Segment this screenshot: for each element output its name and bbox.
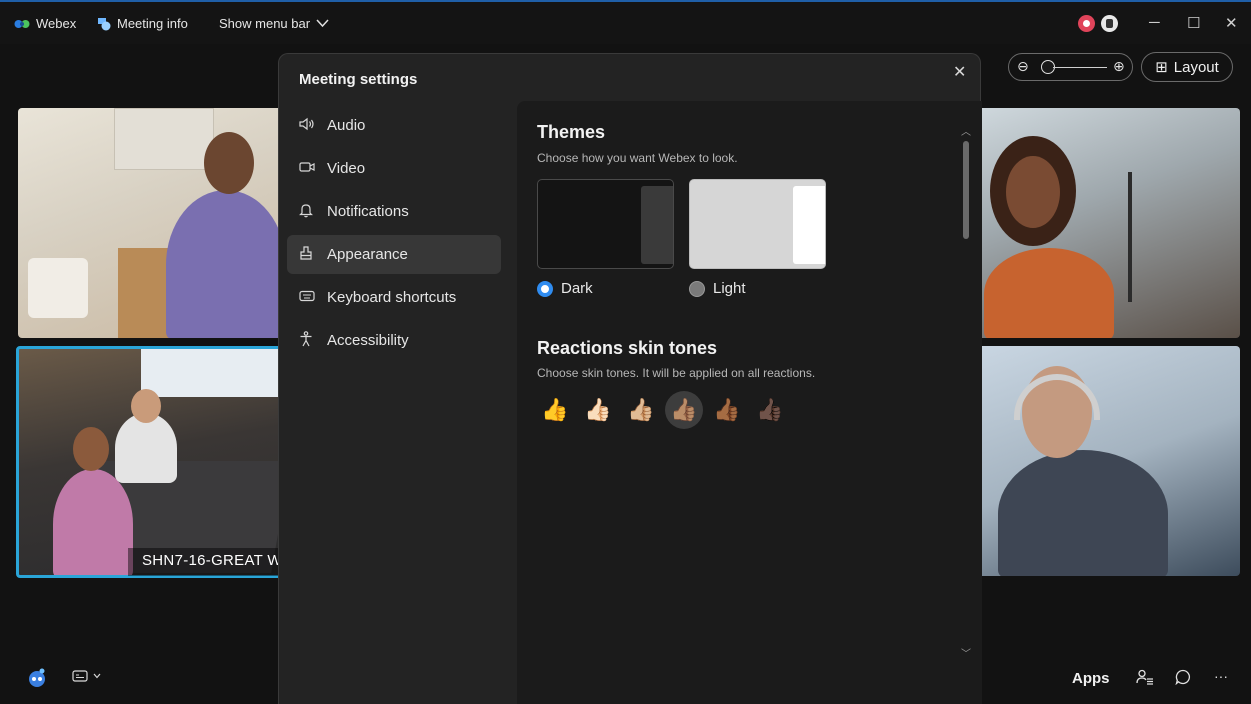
skin-tone-option[interactable]: 👍🏼	[622, 391, 660, 429]
participant-video-room[interactable]	[16, 346, 296, 578]
participant-head-2	[73, 427, 109, 471]
layout-grid-icon: ⊞	[1155, 59, 1168, 76]
nav-label-notifications: Notifications	[327, 203, 409, 220]
nav-item-appearance[interactable]: Appearance	[287, 235, 501, 274]
title-bar: Webex Meeting info Show menu bar ─ ☐ ✕	[0, 0, 1251, 44]
camera-icon	[287, 161, 315, 176]
theme-radio-light[interactable]: Light	[689, 280, 746, 297]
settings-scrollbar[interactable]: ︿ ﹀	[960, 123, 974, 660]
room-screen-image	[141, 349, 281, 397]
scrollbar-thumb[interactable]	[963, 141, 969, 239]
nav-item-accessibility[interactable]: Accessibility	[287, 321, 501, 360]
chat-icon[interactable]	[1175, 669, 1191, 690]
participant-person-5	[998, 450, 1168, 576]
webex-menu[interactable]: Webex	[14, 16, 76, 31]
nav-label-video: Video	[327, 160, 366, 177]
zoom-in-icon[interactable]: ⊕	[1113, 58, 1125, 75]
nav-item-keyboard-shortcuts[interactable]: Keyboard shortcuts	[287, 278, 501, 317]
skin-tones-title: Reactions skin tones	[537, 338, 718, 358]
apps-button[interactable]: Apps	[1072, 670, 1110, 687]
skin-tone-option[interactable]: 👍🏾	[708, 391, 746, 429]
lamp-image	[1128, 172, 1132, 302]
close-icon[interactable]: ✕	[953, 62, 966, 82]
accessibility-icon	[287, 331, 315, 350]
nav-label-keyboard-shortcuts: Keyboard shortcuts	[327, 289, 457, 306]
nav-item-audio[interactable]: Audio	[287, 106, 501, 145]
nav-label-appearance: Appearance	[327, 246, 408, 263]
participant-video-1[interactable]	[18, 108, 298, 338]
room-name-label: SHN7-16-GREAT WA	[142, 552, 292, 569]
skin-tones-subtitle: Choose skin tones. It will be applied on…	[537, 366, 816, 380]
theme-label-dark: Dark	[561, 280, 593, 297]
bell-icon	[287, 203, 315, 221]
skin-tone-option-selected[interactable]: 👍🏽	[665, 391, 703, 429]
layout-label: Layout	[1173, 58, 1219, 76]
skin-tone-option[interactable]: 👍🏿	[751, 391, 789, 429]
radio-selected-icon	[537, 280, 553, 297]
participant-person-1	[166, 190, 286, 338]
captions-menu-button[interactable]	[72, 670, 101, 682]
appearance-settings-panel: Themes Choose how you want Webex to look…	[517, 101, 982, 704]
participant-person-2	[53, 469, 133, 575]
meeting-info-icon	[98, 18, 111, 31]
show-menu-bar-button[interactable]: Show menu bar	[219, 16, 329, 31]
meeting-info-button[interactable]: Meeting info	[96, 16, 188, 31]
nav-label-accessibility: Accessibility	[327, 332, 409, 349]
close-window-icon[interactable]: ✕	[1225, 14, 1238, 32]
meeting-info-label: Meeting info	[117, 16, 188, 31]
meeting-settings-dialog: Meeting settings ✕ Audio Video Notificat…	[278, 53, 982, 704]
nav-label-audio: Audio	[327, 117, 366, 134]
assistant-icon[interactable]	[26, 668, 48, 693]
participant-head-3	[131, 389, 161, 423]
whiteboard-image	[114, 108, 214, 170]
app-name: Webex	[36, 16, 77, 31]
recording-status-icon[interactable]	[1078, 15, 1095, 32]
chevron-down-icon	[316, 19, 329, 28]
layout-button[interactable]: ⊞ Layout	[1141, 52, 1233, 82]
participant-video-3[interactable]	[978, 108, 1240, 338]
participants-icon[interactable]	[1136, 669, 1154, 690]
scroll-down-icon[interactable]: ﹀	[961, 645, 971, 660]
appearance-icon	[287, 245, 315, 264]
zoom-out-icon[interactable]: ⊖	[1017, 58, 1029, 75]
participant-head-1	[204, 132, 254, 194]
webex-logo-icon	[14, 19, 30, 28]
scroll-up-icon[interactable]: ︿	[961, 123, 971, 138]
nav-item-notifications[interactable]: Notifications	[287, 192, 501, 231]
theme-preview-light[interactable]	[689, 179, 826, 269]
closed-captions-icon	[72, 670, 88, 682]
dialog-title: Meeting settings	[299, 71, 418, 88]
skin-tone-option[interactable]: 👍	[536, 391, 574, 429]
headphones-image	[1014, 374, 1100, 420]
participant-head-4	[1006, 156, 1060, 228]
participant-video-4[interactable]	[978, 346, 1240, 576]
participant-person-4	[984, 248, 1114, 338]
theme-label-light: Light	[713, 280, 746, 297]
security-status-icon[interactable]	[1101, 15, 1118, 32]
skin-tone-option[interactable]: 👍🏻	[579, 391, 617, 429]
minimize-icon[interactable]: ─	[1149, 14, 1160, 31]
participant-person-3	[115, 413, 177, 483]
more-options-icon[interactable]: ···	[1214, 668, 1228, 684]
zoom-slider-track	[1053, 67, 1107, 68]
speaker-icon	[287, 117, 315, 134]
theme-preview-dark[interactable]	[537, 179, 674, 269]
chevron-down-icon	[93, 673, 101, 679]
theme-radio-dark[interactable]: Dark	[537, 280, 593, 297]
themes-title: Themes	[537, 122, 606, 142]
keyboard-icon	[287, 290, 315, 305]
radio-unselected-icon	[689, 280, 705, 297]
themes-subtitle: Choose how you want Webex to look.	[537, 151, 738, 165]
nav-item-video[interactable]: Video	[287, 149, 501, 188]
show-menu-bar-label: Show menu bar	[219, 16, 311, 31]
zoom-slider[interactable]: ⊖ ⊕	[1008, 53, 1133, 81]
chair-image	[28, 258, 88, 318]
maximize-icon[interactable]: ☐	[1187, 14, 1200, 32]
